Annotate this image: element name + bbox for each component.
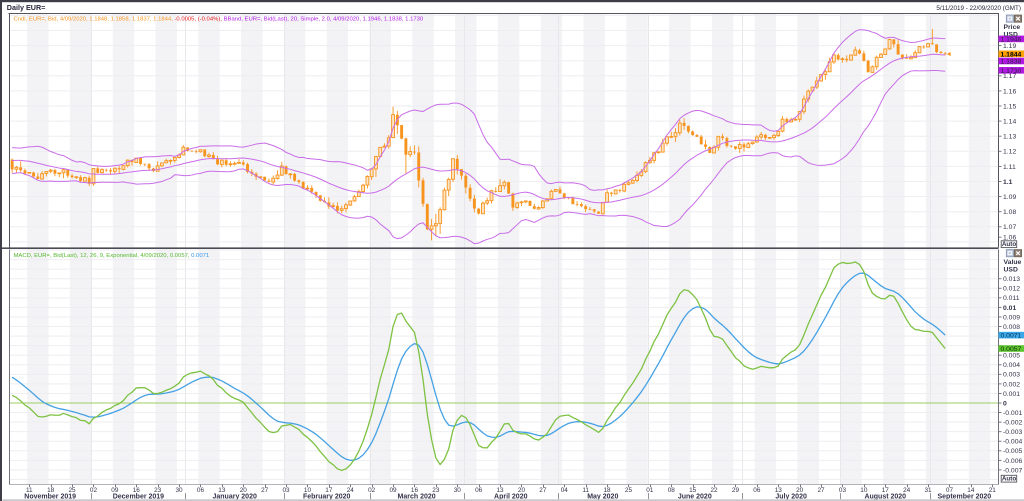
svg-text:-0.005: -0.005 <box>1003 448 1022 455</box>
svg-text:MACD, EUR=, Bid(Last), 12, 26: MACD, EUR=, Bid(Last), 12, 26, 9, Expone… <box>14 253 210 259</box>
svg-text:-0.002: -0.002 <box>1003 420 1022 427</box>
svg-text:0.01: 0.01 <box>1003 305 1016 312</box>
svg-text:0.002: 0.002 <box>1003 381 1020 388</box>
svg-text:0.012: 0.012 <box>1003 286 1020 293</box>
svg-text:1.1730: 1.1730 <box>1001 68 1022 75</box>
svg-text:USD: USD <box>1004 32 1018 39</box>
svg-text:03: 03 <box>839 487 847 494</box>
svg-text:06: 06 <box>197 487 205 494</box>
svg-text:1.11: 1.11 <box>1003 164 1016 171</box>
svg-text:0.0057: 0.0057 <box>1001 346 1022 353</box>
svg-text:-0.006: -0.006 <box>1003 458 1022 465</box>
svg-text:0: 0 <box>1003 400 1007 407</box>
svg-text:30: 30 <box>454 487 462 494</box>
svg-text:-0.003: -0.003 <box>1003 429 1022 436</box>
svg-text:02: 02 <box>368 487 376 494</box>
svg-text:08: 08 <box>668 487 676 494</box>
svg-text:04: 04 <box>561 487 569 494</box>
svg-text:27: 27 <box>539 487 547 494</box>
svg-text:0.004: 0.004 <box>1003 362 1020 369</box>
svg-text:1.15: 1.15 <box>1003 103 1016 110</box>
svg-text:5/11/2019 - 22/09/2020 (GMT): 5/11/2019 - 22/09/2020 (GMT) <box>936 5 1021 12</box>
svg-text:USD: USD <box>1004 267 1018 274</box>
svg-text:01: 01 <box>646 487 654 494</box>
svg-text:30: 30 <box>176 487 184 494</box>
svg-text:Price: Price <box>1004 24 1021 31</box>
svg-text:0.001: 0.001 <box>1003 391 1020 398</box>
svg-text:0.011: 0.011 <box>1003 295 1020 302</box>
svg-text:0.003: 0.003 <box>1003 372 1020 379</box>
svg-text:1.13: 1.13 <box>1003 134 1016 141</box>
svg-text:0.013: 0.013 <box>1003 276 1020 283</box>
svg-text:02: 02 <box>90 487 98 494</box>
svg-text:29: 29 <box>732 487 740 494</box>
svg-text:09: 09 <box>390 487 398 494</box>
svg-text:1.09: 1.09 <box>1003 194 1016 201</box>
svg-text:25: 25 <box>625 487 633 494</box>
svg-text:1.12: 1.12 <box>1003 149 1016 156</box>
svg-text:Value: Value <box>1004 259 1022 266</box>
svg-text:Daily EUR=: Daily EUR= <box>7 3 46 12</box>
svg-text:1.1838: 1.1838 <box>1001 59 1022 66</box>
svg-text:1.1: 1.1 <box>1003 179 1013 186</box>
svg-text:27: 27 <box>261 487 269 494</box>
svg-text:06: 06 <box>753 487 761 494</box>
svg-text:-0.007: -0.007 <box>1003 467 1022 474</box>
svg-text:1.16: 1.16 <box>1003 88 1016 95</box>
svg-text:0.008: 0.008 <box>1003 324 1020 331</box>
svg-text:1.07: 1.07 <box>1003 224 1016 231</box>
svg-text:1.14: 1.14 <box>1003 119 1016 126</box>
svg-text:1.19: 1.19 <box>1003 43 1016 50</box>
svg-text:03: 03 <box>283 487 291 494</box>
svg-text:06: 06 <box>475 487 483 494</box>
svg-text:1.08: 1.08 <box>1003 209 1016 216</box>
svg-text:Auto: Auto <box>1002 241 1016 248</box>
svg-text:0.009: 0.009 <box>1003 314 1020 321</box>
svg-text:0.0071: 0.0071 <box>1001 333 1022 340</box>
svg-text:0.005: 0.005 <box>1003 353 1020 360</box>
svg-text:27: 27 <box>818 487 826 494</box>
svg-text:31: 31 <box>925 487 933 494</box>
svg-text:Cndl, EUR=, Bid, 4/09/2020, 1.: Cndl, EUR=, Bid, 4/09/2020, 1.1848, 1.18… <box>14 16 424 22</box>
svg-text:-0.001: -0.001 <box>1003 410 1022 417</box>
svg-text:Auto: Auto <box>1002 476 1016 483</box>
svg-text:-0.004: -0.004 <box>1003 439 1022 446</box>
svg-text:1.1844: 1.1844 <box>1001 51 1022 58</box>
